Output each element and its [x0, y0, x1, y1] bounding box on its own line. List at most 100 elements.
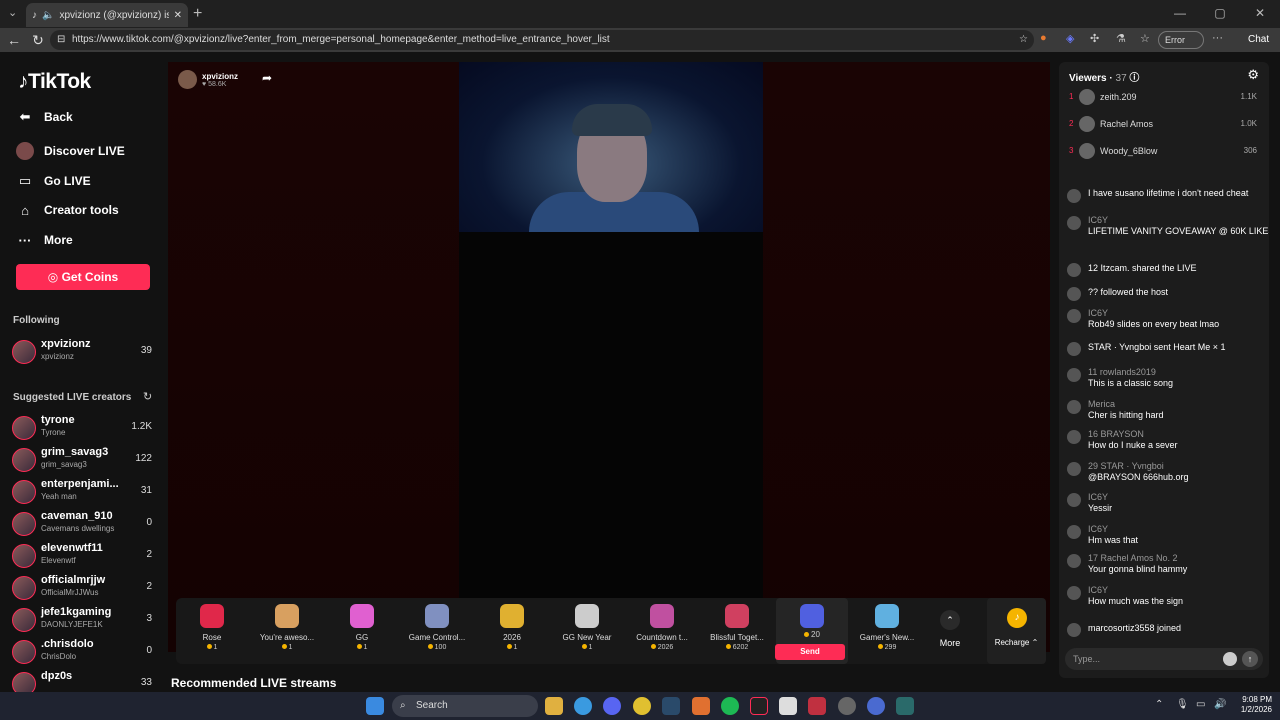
- live-video[interactable]: [459, 62, 763, 650]
- gift-item[interactable]: GG New Year 1: [551, 598, 623, 664]
- share-icon[interactable]: ➦: [262, 71, 272, 85]
- gift-item[interactable]: Gamer's New... 299: [851, 598, 923, 664]
- send-arrow-icon[interactable]: ↑: [1242, 651, 1258, 667]
- suggested-creator[interactable]: officialmrjjw OfficialMrJJWus 2: [12, 574, 156, 604]
- gift-name: You're aweso...: [259, 633, 315, 642]
- top-viewer-row[interactable]: 2 Rachel Amos 1.0K: [1067, 115, 1261, 135]
- suggested-creator[interactable]: .chrisdolo ChrisDolo 0: [12, 638, 156, 668]
- get-coins-button[interactable]: ◎ Get Coins: [16, 264, 150, 290]
- viewer-count: 2: [146, 581, 152, 592]
- suggested-creator[interactable]: enterpenjami... Yeah man 31: [12, 478, 156, 508]
- chat-message: marcosortiz3558 joined: [1067, 622, 1263, 648]
- shield-extension-icon[interactable]: ◈: [1066, 32, 1074, 45]
- back-arrow-icon[interactable]: ←: [2, 32, 26, 48]
- chat-message: 17 Rachel Amos No. 2 Your gonna blind ham…: [1067, 553, 1263, 579]
- minimize-button[interactable]: —: [1160, 0, 1200, 28]
- extensions-puzzle-icon[interactable]: ✣: [1090, 32, 1099, 45]
- chevron-up-icon[interactable]: ⌃: [940, 610, 960, 630]
- edge-icon[interactable]: [574, 697, 592, 715]
- copilot-chat-button[interactable]: Chat: [1230, 31, 1276, 49]
- taskbar-search[interactable]: ⌕ Search: [392, 695, 538, 717]
- suggested-creator[interactable]: dpz0s 33: [12, 670, 156, 692]
- app-icon[interactable]: [867, 697, 885, 715]
- suggested-creator[interactable]: caveman_910 Cavemans dwellings 0: [12, 510, 156, 540]
- chat-input[interactable]: Type... ↑: [1065, 648, 1263, 670]
- close-window-button[interactable]: ✕: [1240, 0, 1280, 28]
- gift-item[interactable]: You're aweso... 1: [251, 598, 323, 664]
- top-viewer-row[interactable]: 3 Woody_6Blow 306: [1067, 142, 1261, 162]
- suggested-creator[interactable]: jefe1kgaming DAONLYJEFE1K 3: [12, 606, 156, 636]
- creator-tools-nav[interactable]: ⌂ Creator tools: [16, 201, 119, 219]
- bookmark-star-icon[interactable]: ☆: [1019, 30, 1028, 50]
- chat-message: 29 STAR · Yvngboi @BRAYSON 666hub.org: [1067, 461, 1263, 487]
- refresh-icon[interactable]: ↻: [26, 32, 50, 49]
- gift-item[interactable]: Countdown t... 2026: [626, 598, 698, 664]
- go-live-nav[interactable]: ▭ Go LIVE: [16, 172, 91, 190]
- extension-icon[interactable]: ●: [1040, 32, 1047, 44]
- site-info-icon[interactable]: ⊟: [57, 30, 65, 50]
- microphone-icon[interactable]: 🎙: [1176, 699, 1189, 710]
- windows-taskbar: ⌕ Search ⌃ 🎙 ▭ 🔊 9:08 PM 1/2/2026: [0, 692, 1280, 720]
- viewers-heading[interactable]: Viewers · 37 ⓘ: [1069, 69, 1139, 84]
- recharge-label: Recharge ⌃: [994, 638, 1039, 647]
- windows-start-icon[interactable]: [366, 697, 384, 715]
- tiktok-icon[interactable]: [750, 697, 768, 715]
- browser-tab[interactable]: ♪ 🔈 xpvizionz (@xpvizionz) is LIVE ✕: [26, 3, 188, 27]
- app-icon[interactable]: [896, 697, 914, 715]
- spotify-icon[interactable]: [721, 697, 739, 715]
- recharge-text: Recharge: [994, 638, 1030, 647]
- url-input[interactable]: ⊟ https://www.tiktok.com/@xpvizionz/live…: [50, 30, 1034, 50]
- recharge-button[interactable]: ♪ Recharge ⌃: [987, 598, 1046, 664]
- tab-title: xpvizionz (@xpvizionz) is LIVE: [59, 9, 168, 21]
- file-explorer-icon[interactable]: [545, 697, 563, 715]
- chat-message: I have susano lifetime i don't need chea…: [1067, 188, 1263, 214]
- gift-name: 2026: [503, 633, 521, 642]
- creator-name: caveman_910: [41, 510, 113, 522]
- suggested-creator[interactable]: grim_savag3 grim_savag3 122: [12, 446, 156, 476]
- send-gift-button[interactable]: Send: [775, 644, 845, 660]
- gift-item[interactable]: Game Control... 100: [401, 598, 473, 664]
- close-tab-icon[interactable]: ✕: [174, 10, 182, 21]
- more-gifts-button[interactable]: More: [928, 638, 972, 648]
- gear-icon[interactable]: ⚙: [1247, 67, 1259, 83]
- profile-error-button[interactable]: Error: [1158, 31, 1204, 49]
- chat-username: IC6Y: [1088, 215, 1109, 225]
- refresh-suggested-icon[interactable]: ↻: [143, 390, 152, 403]
- app-icon[interactable]: [808, 697, 826, 715]
- network-icon[interactable]: ▭: [1196, 699, 1205, 710]
- emoji-icon[interactable]: [1223, 652, 1237, 666]
- collections-icon[interactable]: ⚗: [1116, 32, 1126, 45]
- app-icon[interactable]: [692, 697, 710, 715]
- suggested-creator[interactable]: elevenwtf11 Elevenwtf 2: [12, 542, 156, 572]
- more-nav[interactable]: ··· More: [16, 231, 73, 249]
- menu-dots-icon[interactable]: ···: [1212, 32, 1223, 44]
- suggested-creator[interactable]: tyrone Tyrone 1.2K: [12, 414, 156, 444]
- gift-item[interactable]: GG 1: [326, 598, 398, 664]
- app-icon[interactable]: [779, 697, 797, 715]
- chat-message: STAR · Yvngboi sent Heart Me × 1: [1067, 341, 1263, 367]
- app-icon[interactable]: [838, 697, 856, 715]
- speaker-icon[interactable]: 🔈: [42, 10, 54, 21]
- top-viewer-row[interactable]: 1 zeith.209 1.1K: [1067, 88, 1261, 108]
- clock[interactable]: 9:08 PM 1/2/2026: [1241, 695, 1272, 715]
- gift-item[interactable]: 2026 1: [476, 598, 548, 664]
- chat-message: IC6Y LIFETIME VANITY GOVEAWAY @ 60K LIKES: [1067, 215, 1269, 241]
- favorites-icon[interactable]: ☆: [1140, 32, 1150, 45]
- chat-message: Merica Cher is hitting hard: [1067, 399, 1263, 425]
- new-tab-button[interactable]: +: [193, 5, 202, 23]
- following-item[interactable]: xpvizionz xpvizionz 39: [12, 338, 156, 368]
- gift-item[interactable]: Blissful Toget... 6202: [701, 598, 773, 664]
- tab-list-icon[interactable]: ⌄: [8, 6, 17, 19]
- gift-item[interactable]: Rose 1: [176, 598, 248, 664]
- tiktok-logo[interactable]: ♪TikTok: [18, 70, 91, 94]
- host-info[interactable]: xpvizionz ♥ 58.6K: [178, 70, 238, 89]
- discover-live-nav[interactable]: Discover LIVE: [16, 142, 125, 160]
- volume-icon[interactable]: 🔊: [1214, 699, 1226, 710]
- steam-icon[interactable]: [662, 697, 680, 715]
- maximize-button[interactable]: ▢: [1200, 0, 1240, 28]
- discord-icon[interactable]: [603, 697, 621, 715]
- app-icon[interactable]: [633, 697, 651, 715]
- back-nav[interactable]: ⬅ Back: [16, 108, 73, 126]
- chat-text: How much was the sign: [1088, 596, 1184, 606]
- tray-chevron-icon[interactable]: ⌃: [1155, 699, 1163, 710]
